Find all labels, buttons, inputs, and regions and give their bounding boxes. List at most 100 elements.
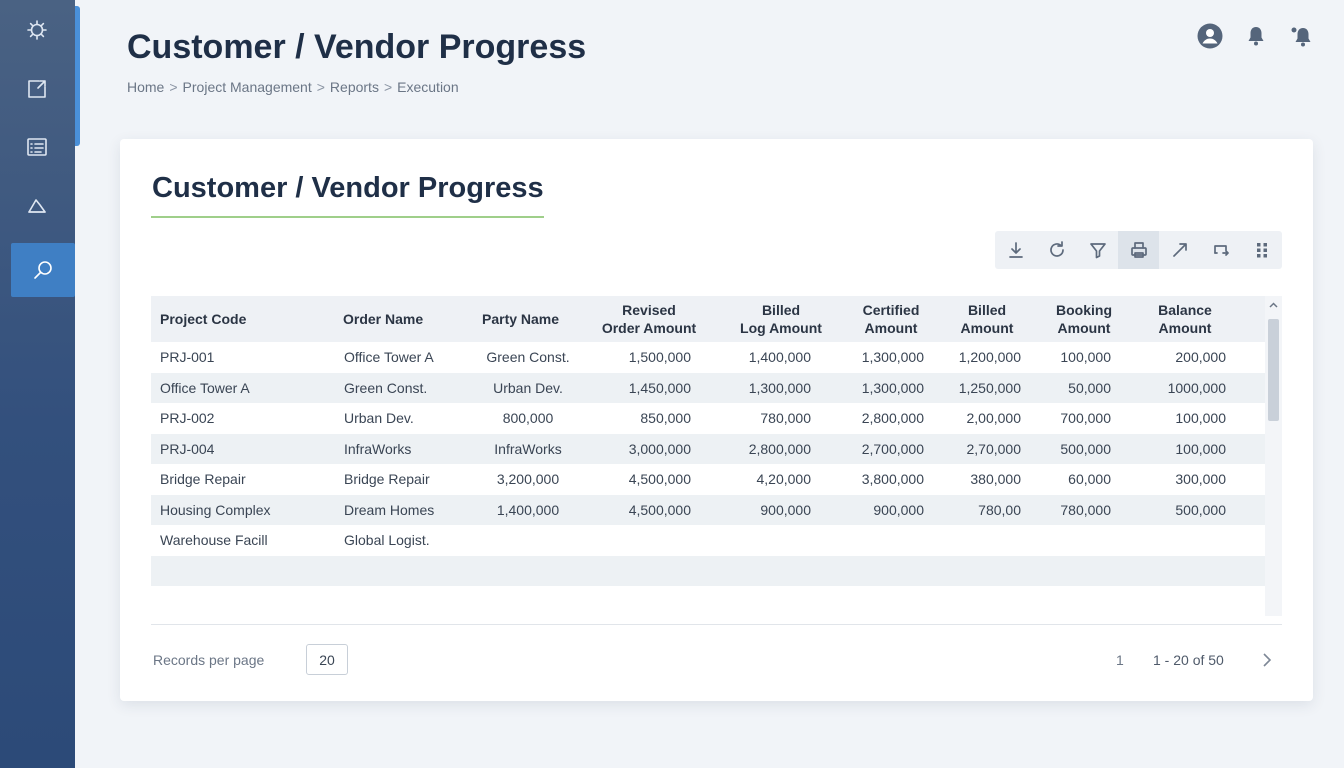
- breadcrumb-project-management[interactable]: Project Management: [183, 79, 312, 95]
- table-row[interactable]: Warehouse Facill Global Logist.: [151, 525, 1265, 555]
- table-cell: Dream Homes: [344, 501, 435, 518]
- column-header[interactable]: Order Name: [343, 296, 423, 342]
- table-cell: [1126, 525, 1226, 555]
- table-cell: Warehouse Facill: [160, 532, 268, 548]
- records-per-page-select[interactable]: 20: [306, 644, 348, 675]
- table-cell: [711, 556, 811, 586]
- footer-divider: [151, 624, 1282, 625]
- report-card: Customer / Vendor Progress Project Code …: [120, 139, 1313, 701]
- column-header[interactable]: Balance Amount: [1149, 296, 1221, 342]
- table-row[interactable]: PRJ-001 Office Tower A Green Const. 1,500,0…: [151, 342, 1265, 372]
- table-cell: 1,200,000: [958, 349, 1021, 365]
- table-row[interactable]: PRJ-004 InfraWorks InfraWorks 3,000,000 2,80…: [151, 433, 1265, 464]
- column-header[interactable]: Party Name: [482, 296, 559, 342]
- table-row[interactable]: Housing Complex Dream Homes 1,400,000 4,500…: [151, 494, 1265, 525]
- table-cell: [344, 586, 474, 616]
- column-header[interactable]: Billed Log Amount: [731, 296, 831, 342]
- expand-button[interactable]: [1159, 231, 1200, 269]
- table-cell: 100,000: [1060, 349, 1111, 365]
- scroll-thumb[interactable]: [1268, 319, 1279, 421]
- table-cell: [478, 586, 578, 616]
- export-icon: [1213, 245, 1229, 256]
- notifications-button[interactable]: [1242, 22, 1270, 50]
- table-cell: Office Tower A: [160, 379, 250, 396]
- breadcrumb-separator: >: [316, 79, 325, 95]
- table-cell: [711, 586, 811, 616]
- breadcrumb-separator: >: [383, 79, 393, 95]
- table-cell: 900,000: [760, 501, 811, 518]
- sidebar-item-share[interactable]: [12, 64, 62, 114]
- table-cell: [591, 525, 691, 555]
- table-cell: 500,000: [1060, 440, 1111, 457]
- table-cell: Housing Complex: [160, 501, 271, 518]
- table-cell: [1126, 556, 1226, 586]
- table-cell: 3,000,000: [628, 440, 691, 457]
- table-cell: [711, 525, 811, 555]
- table-cell: 1,300,000: [861, 349, 924, 365]
- search-icon: [34, 261, 52, 279]
- table-cell: 900,000: [873, 501, 924, 518]
- sidebar-item-settings[interactable]: [12, 5, 62, 55]
- export-button[interactable]: [1200, 231, 1241, 269]
- table-cell: Office Tower A: [344, 349, 434, 365]
- refresh-button[interactable]: [1036, 231, 1077, 269]
- column-header[interactable]: Project Code: [160, 296, 246, 342]
- table-cell: 500,000: [1175, 501, 1226, 518]
- current-page[interactable]: 1: [1116, 652, 1124, 668]
- table-cell: [824, 525, 924, 555]
- table-row[interactable]: Office Tower A Green Const. Urban Dev. 1,45…: [151, 372, 1265, 403]
- sidebar-item-shapes[interactable]: [12, 181, 62, 231]
- bell-icon: [1248, 27, 1264, 46]
- column-header[interactable]: Certified Amount: [851, 296, 931, 342]
- sidebar-item-search[interactable]: [11, 243, 75, 297]
- table-cell: PRJ-002: [160, 410, 215, 426]
- breadcrumb-reports[interactable]: Reports: [330, 79, 379, 95]
- alerts-button[interactable]: [1288, 22, 1316, 50]
- print-button[interactable]: [1118, 231, 1159, 269]
- data-table: Project Code Order Name Party Name Revis…: [151, 296, 1282, 616]
- sidebar: [0, 0, 75, 768]
- table-cell: 1000,000: [1167, 379, 1226, 396]
- table-row[interactable]: [151, 555, 1265, 586]
- table-cell: 100,000: [1175, 410, 1226, 426]
- table-cell: 1,400,000: [748, 349, 811, 365]
- table-row[interactable]: Bridge Repair Bridge Repair 3,200,000 4,500…: [151, 464, 1265, 494]
- table-cell: [478, 556, 578, 586]
- grid-view-button[interactable]: [1241, 231, 1282, 269]
- table-cell: 780,000: [1060, 501, 1111, 518]
- table-cell: [160, 556, 330, 586]
- breadcrumb-home[interactable]: Home: [127, 79, 164, 95]
- table-cell: 2,700,000: [861, 440, 924, 457]
- table-cell: 300,000: [1175, 471, 1226, 487]
- table-scrollbar[interactable]: [1265, 296, 1282, 616]
- expand-icon: [1172, 243, 1187, 257]
- column-header[interactable]: Billed Amount: [951, 296, 1023, 342]
- table-cell: 200,000: [1175, 349, 1226, 365]
- filter-button[interactable]: [1077, 231, 1118, 269]
- table-cell: [824, 586, 924, 616]
- table-cell: 850,000: [640, 410, 691, 426]
- table-cell: [160, 586, 330, 616]
- breadcrumb: Home > Project Management > Reports > Ex…: [127, 79, 459, 95]
- table-cell: [591, 586, 691, 616]
- table-cell: 1,300,000: [861, 379, 924, 396]
- column-header[interactable]: Booking Amount: [1048, 296, 1120, 342]
- next-page-button[interactable]: [1259, 649, 1275, 671]
- shapes-icon: [28, 199, 46, 213]
- refresh-icon: [1049, 241, 1064, 257]
- table-cell: [921, 525, 1021, 555]
- download-button[interactable]: [995, 231, 1036, 269]
- table-row[interactable]: PRJ-002 Urban Dev. 800,000 850,000 780,000 2,…: [151, 403, 1265, 433]
- table-cell: Green Const.: [344, 379, 428, 396]
- scroll-up-icon[interactable]: [1268, 300, 1279, 310]
- user-avatar-button[interactable]: [1196, 22, 1224, 50]
- table-cell: Global Logist.: [344, 532, 430, 548]
- header-icons: [1196, 22, 1316, 50]
- table-cell: 780,00: [978, 501, 1021, 518]
- column-header[interactable]: Revised Order Amount: [599, 296, 699, 342]
- table-cell: 1,300,000: [748, 379, 811, 396]
- sidebar-item-list[interactable]: [12, 122, 62, 172]
- table-row[interactable]: [151, 586, 1265, 616]
- table-cell: Urban Dev.: [493, 379, 563, 396]
- table-header: Project Code Order Name Party Name Revis…: [151, 296, 1265, 342]
